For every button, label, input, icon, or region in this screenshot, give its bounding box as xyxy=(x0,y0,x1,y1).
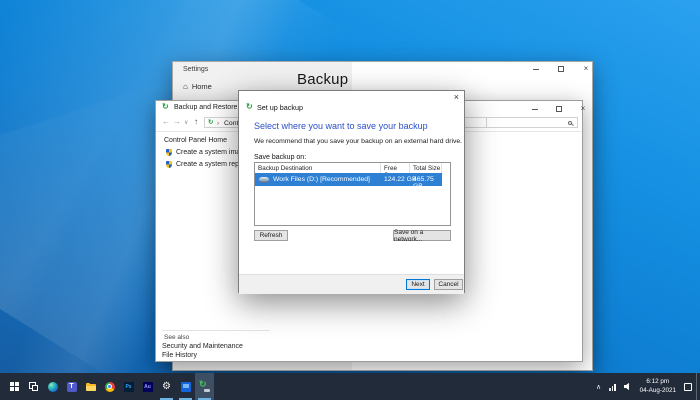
drive-icon xyxy=(259,177,269,182)
settings-sidebar-item-home[interactable]: ⌂ Home xyxy=(183,82,212,91)
system-tray: ∧ 6:12 pm 04-Aug-2021 xyxy=(592,373,700,400)
dialog-footer: Next Cancel xyxy=(239,274,464,294)
settings-window-title: Settings xyxy=(183,66,208,73)
destination-row-selected[interactable]: Work Files (D:) [Recommended] 124.22 GB … xyxy=(255,173,442,186)
clock-date: 04-Aug-2021 xyxy=(640,387,676,396)
file-explorer-icon xyxy=(86,384,96,391)
photoshop-icon: Ps xyxy=(124,382,134,392)
maximize-icon xyxy=(556,106,562,112)
cp-minimize-button[interactable] xyxy=(524,102,546,116)
taskbar: T Ps Au ⚙ ↻ xyxy=(0,373,700,400)
gear-icon: ⚙ xyxy=(162,382,171,392)
column-header-free-space[interactable]: Free Space xyxy=(381,163,410,173)
search-input[interactable] xyxy=(486,117,578,128)
audition-icon: Au xyxy=(143,382,153,392)
start-button[interactable] xyxy=(5,373,24,400)
cancel-button[interactable]: Cancel xyxy=(434,279,463,290)
settings-maximize-button[interactable] xyxy=(550,62,572,76)
see-also-divider xyxy=(162,330,270,331)
column-header-backup-destination[interactable]: Backup Destination xyxy=(255,163,381,173)
settings-minimize-button[interactable] xyxy=(525,62,547,76)
taskbar-item-edge[interactable] xyxy=(43,373,62,400)
up-icon[interactable]: ↑ xyxy=(194,118,198,126)
tray-volume[interactable] xyxy=(620,373,636,400)
taskbar-item-chrome[interactable] xyxy=(100,373,119,400)
task-view-icon xyxy=(29,382,38,391)
taskbar-item-backup-restore[interactable]: ↻ xyxy=(195,373,214,400)
uac-shield-icon xyxy=(166,149,172,156)
cp-maximize-button[interactable] xyxy=(548,102,570,116)
sidebar-item-create-system-image[interactable]: Create a system image xyxy=(166,149,248,156)
settings-close-button[interactable]: × xyxy=(575,62,597,76)
taskbar-item-settings[interactable]: ⚙ xyxy=(157,373,176,400)
backup-restore-icon: ↻ xyxy=(162,103,169,111)
task-view-button[interactable] xyxy=(24,373,43,400)
minimize-icon xyxy=(532,109,538,110)
minimize-icon xyxy=(533,69,539,70)
drive-name: Work Files (D:) [Recommended] xyxy=(273,176,370,183)
taskbar-item-photoshop[interactable]: Ps xyxy=(119,373,138,400)
chrome-icon xyxy=(105,382,115,392)
cp-close-button[interactable]: × xyxy=(572,102,594,116)
save-backup-on-label: Save backup on: xyxy=(254,154,306,161)
close-icon: × xyxy=(454,92,459,102)
dialog-close-button[interactable]: × xyxy=(454,93,459,102)
action-center-button[interactable] xyxy=(680,373,696,400)
taskbar-icons: T Ps Au ⚙ ↻ xyxy=(5,373,214,400)
sidebar-item-control-panel-home[interactable]: Control Panel Home xyxy=(164,137,227,144)
column-header-total-size[interactable]: Total Size xyxy=(410,163,442,173)
close-icon: × xyxy=(581,105,586,113)
back-icon[interactable]: ← xyxy=(162,118,170,126)
desktop-wallpaper: Settings ⌂ Home Backup × ↻ Backup and Re… xyxy=(0,0,700,400)
windows-logo-icon xyxy=(10,382,19,391)
network-signal-icon xyxy=(609,383,616,391)
taskbar-item-app-window[interactable] xyxy=(176,373,195,400)
tray-network[interactable] xyxy=(605,373,620,400)
dialog-title: Set up backup xyxy=(257,103,303,112)
uac-shield-icon xyxy=(166,161,172,168)
app-window-icon xyxy=(181,382,191,392)
list-header-row: Backup Destination Free Space Total Size xyxy=(255,163,450,173)
teams-icon: T xyxy=(67,382,77,392)
maximize-icon xyxy=(558,66,564,72)
chevron-up-icon: ∧ xyxy=(596,383,601,391)
clock-time: 6:12 pm xyxy=(640,378,676,387)
tray-clock[interactable]: 6:12 pm 04-Aug-2021 xyxy=(636,378,680,395)
taskbar-item-audition[interactable]: Au xyxy=(138,373,157,400)
next-button[interactable]: Next xyxy=(406,279,430,290)
close-icon: × xyxy=(584,65,589,73)
save-on-network-button[interactable]: Save on a network... xyxy=(393,230,451,241)
action-center-icon xyxy=(684,383,692,391)
tray-show-hidden-icons[interactable]: ∧ xyxy=(592,373,605,400)
backup-destination-list[interactable]: Backup Destination Free Space Total Size… xyxy=(254,162,451,226)
search-icon xyxy=(568,121,573,126)
link-file-history[interactable]: File History xyxy=(162,352,197,359)
backup-restore-icon: ↻ xyxy=(246,103,253,111)
show-desktop-button[interactable] xyxy=(696,373,700,400)
see-also-header: See also xyxy=(164,334,189,341)
home-icon: ⌂ xyxy=(183,82,188,91)
drive-free-space: 124.22 GB xyxy=(384,176,417,183)
speaker-icon xyxy=(624,383,632,391)
edge-icon xyxy=(48,382,58,392)
refresh-button[interactable]: Refresh xyxy=(254,230,288,241)
settings-home-label: Home xyxy=(192,82,212,91)
settings-page-title: Backup xyxy=(297,71,348,88)
breadcrumb-separator-icon: › xyxy=(217,120,219,127)
forward-icon[interactable]: → xyxy=(173,118,181,126)
backup-restore-icon: ↻ xyxy=(208,120,213,127)
link-security-and-maintenance[interactable]: Security and Maintenance xyxy=(162,343,243,350)
taskbar-item-teams[interactable]: T xyxy=(62,373,81,400)
dialog-description: We recommend that you save your backup o… xyxy=(254,138,462,145)
dialog-header: Select where you want to save your backu… xyxy=(254,121,428,131)
recent-locations-chevron-icon[interactable]: ∨ xyxy=(184,120,188,126)
drive-total-size: 465.75 GB xyxy=(413,176,442,190)
backup-restore-icon: ↻ xyxy=(199,381,210,392)
taskbar-item-file-explorer[interactable] xyxy=(81,373,100,400)
setup-backup-dialog: × ↻ Set up backup Select where you want … xyxy=(238,90,465,293)
